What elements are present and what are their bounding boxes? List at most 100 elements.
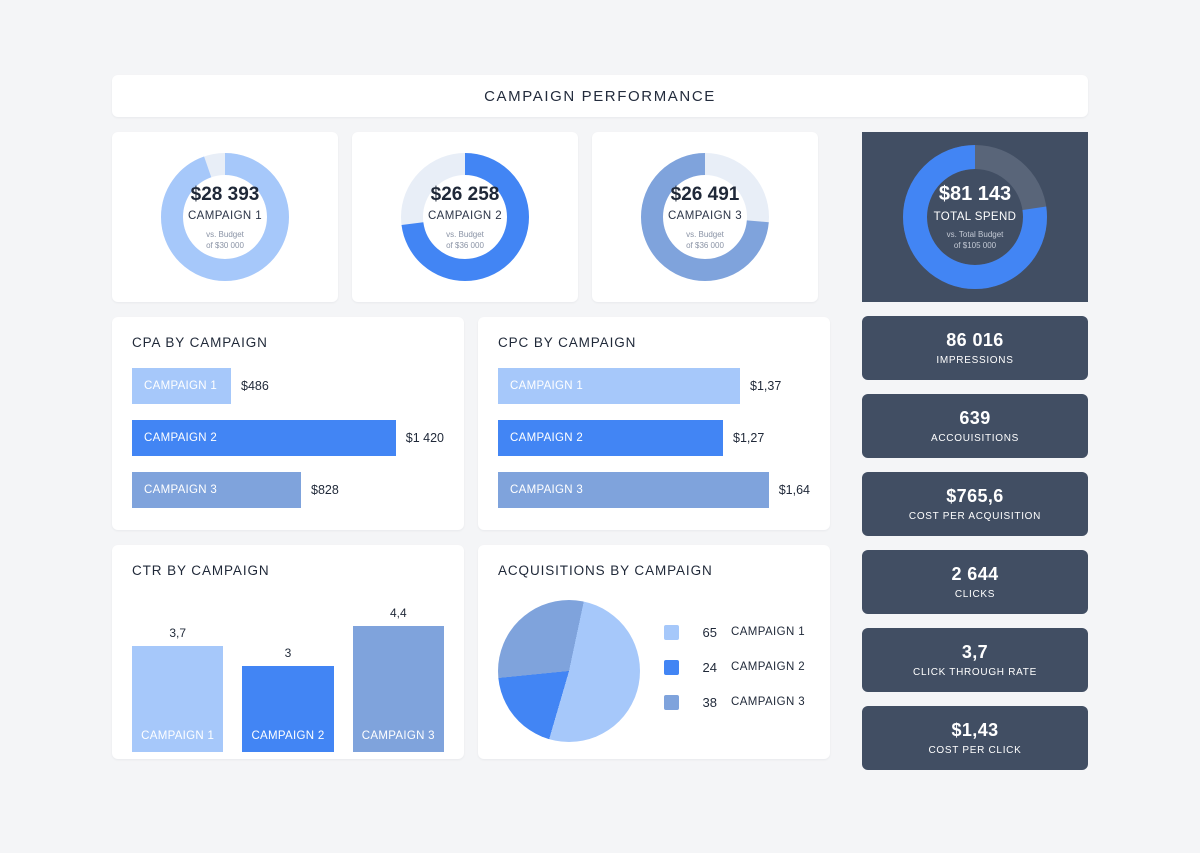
kpi-label: IMPRESSIONS <box>936 355 1014 366</box>
kpi-card-cost-per-acquisition[interactable]: $765,6 COST PER ACQUISITION <box>862 472 1088 536</box>
kpi-label: COST PER CLICK <box>928 745 1022 756</box>
legend-label: CAMPAIGN 3 <box>731 696 806 708</box>
bar-category-label: CAMPAIGN 3 <box>144 484 218 496</box>
bar-value-label: $828 <box>311 483 339 497</box>
donut-label: TOTAL SPEND <box>933 211 1017 224</box>
donut-subtext-line2: of $105 000 <box>953 241 997 251</box>
pie-chart[interactable] <box>498 600 640 742</box>
donut-chart-campaign-1: $28 393 CAMPAIGN 1 vs. Budget of $30 000 <box>157 149 293 285</box>
donut-subtext-line2: of $30 000 <box>206 240 244 250</box>
bar-category-label: CAMPAIGN 3 <box>361 730 435 742</box>
pie-legend: 65 CAMPAIGN 1 24 CAMPAIGN 2 38 CAMPAIGN … <box>664 624 806 718</box>
donut-subtext-line1: vs. Budget <box>206 229 244 239</box>
page-title: CAMPAIGN PERFORMANCE <box>484 87 716 105</box>
legend-swatch-icon <box>664 694 679 710</box>
legend-label: CAMPAIGN 2 <box>731 661 806 673</box>
bar-category-label: CAMPAIGN 2 <box>144 432 218 444</box>
hbar-chart-row: CPA BY CAMPAIGN CAMPAIGN 1 $486 CAMPAIGN… <box>112 317 848 530</box>
legend-swatch-icon <box>664 624 679 640</box>
chart-title: CPA BY CAMPAIGN <box>132 335 268 350</box>
bar-value-label: $486 <box>241 379 269 393</box>
bar-value-label: $1 420 <box>405 431 444 445</box>
donut-label: CAMPAIGN 2 <box>427 210 503 223</box>
acquisitions-by-campaign-card: ACQUISITIONS BY CAMPAIGN 65 CAMPAIGN 1 2… <box>478 545 830 759</box>
bar-row[interactable]: CAMPAIGN 1 $1,37 <box>498 368 810 404</box>
kpi-card-clicks[interactable]: 2 644 CLICKS <box>862 550 1088 614</box>
kpi-value: 86 016 <box>946 330 1004 350</box>
bar-segment: CAMPAIGN 2 <box>132 420 396 456</box>
kpi-card-acquisitions[interactable]: 639 ACCOUISITIONS <box>862 394 1088 458</box>
bar-category-label: CAMPAIGN 2 <box>510 432 584 444</box>
bar-category-label: CAMPAIGN 1 <box>510 380 584 392</box>
donut-chart-total-spend: $81 143 TOTAL SPEND vs. Total Budget of … <box>899 141 1051 293</box>
donut-center-text: $26 258 CAMPAIGN 2 vs. Budget of $36 000 <box>397 149 533 285</box>
bar-row[interactable]: CAMPAIGN 1 $486 <box>132 368 444 404</box>
cpc-bar-list: CAMPAIGN 1 $1,37 CAMPAIGN 2 $1,27 CAMPAI… <box>498 368 810 508</box>
donut-subtext-line1: vs. Budget <box>446 229 484 239</box>
donut-subtext-line2: of $36 000 <box>686 240 724 250</box>
legend-value: 65 <box>702 624 717 640</box>
kpi-value: 3,7 <box>961 642 989 662</box>
kpi-label: ACCOUISITIONS <box>931 433 1019 444</box>
cpa-by-campaign-card: CPA BY CAMPAIGN CAMPAIGN 1 $486 CAMPAIGN… <box>112 317 464 530</box>
chart-title: ACQUISITIONS BY CAMPAIGN <box>498 563 713 578</box>
bar-value-label: $1,64 <box>778 483 810 497</box>
donut-center-text: $26 491 CAMPAIGN 3 vs. Budget of $36 000 <box>637 149 773 285</box>
kpi-card-click-through-rate[interactable]: 3,7 CLICK THROUGH RATE <box>862 628 1088 692</box>
donut-subtext-line1: vs. Budget <box>686 229 724 239</box>
ctr-bar-area: 3,7 CAMPAIGN 1 3 CAMPAIGN 2 4,4 CAMPAIGN… <box>132 596 444 752</box>
chart-title: CTR BY CAMPAIGN <box>132 563 270 578</box>
donut-label: CAMPAIGN 1 <box>187 210 263 223</box>
bar-segment: CAMPAIGN 2 <box>498 420 723 456</box>
right-column: $81 143 TOTAL SPEND vs. Total Budget of … <box>862 132 1088 770</box>
bar-segment: CAMPAIGN 1 <box>498 368 740 404</box>
donut-card-campaign-1[interactable]: $28 393 CAMPAIGN 1 vs. Budget of $30 000 <box>112 132 338 302</box>
bar-segment: CAMPAIGN 3 <box>132 472 301 508</box>
kpi-label: COST PER ACQUISITION <box>908 511 1042 522</box>
legend-value: 38 <box>702 694 717 710</box>
bar-row[interactable]: CAMPAIGN 3 $1,64 <box>498 472 810 508</box>
bar-column[interactable]: 4,4 CAMPAIGN 3 <box>352 606 444 752</box>
bar-row[interactable]: CAMPAIGN 3 $828 <box>132 472 444 508</box>
legend-item[interactable]: 24 CAMPAIGN 2 <box>664 659 806 675</box>
bar-value-label: 3,7 <box>169 626 186 640</box>
bar-value-label: 3 <box>284 646 292 660</box>
kpi-card-impressions[interactable]: 86 016 IMPRESSIONS <box>862 316 1088 380</box>
budget-donut-row: $28 393 CAMPAIGN 1 vs. Budget of $30 000 <box>112 132 848 302</box>
donut-center-text: $28 393 CAMPAIGN 1 vs. Budget of $30 000 <box>157 149 293 285</box>
donut-label: CAMPAIGN 3 <box>667 210 743 223</box>
cpa-bar-list: CAMPAIGN 1 $486 CAMPAIGN 2 $1 420 CAMPAI… <box>132 368 444 508</box>
donut-card-campaign-3[interactable]: $26 491 CAMPAIGN 3 vs. Budget of $36 000 <box>592 132 818 302</box>
kpi-card-cost-per-click[interactable]: $1,43 COST PER CLICK <box>862 706 1088 770</box>
dashboard-header: CAMPAIGN PERFORMANCE <box>112 75 1088 117</box>
cpc-by-campaign-card: CPC BY CAMPAIGN CAMPAIGN 1 $1,37 CAMPAIG… <box>478 317 830 530</box>
kpi-label: CLICKS <box>954 589 996 600</box>
bar-row[interactable]: CAMPAIGN 2 $1,27 <box>498 420 810 456</box>
donut-card-campaign-2[interactable]: $26 258 CAMPAIGN 2 vs. Budget of $36 000 <box>352 132 578 302</box>
kpi-value: $765,6 <box>946 486 1004 506</box>
donut-subtext: vs. Budget of $36 000 <box>686 230 724 252</box>
kpi-label: CLICK THROUGH RATE <box>913 667 1037 678</box>
left-column: $28 393 CAMPAIGN 1 vs. Budget of $30 000 <box>112 132 848 759</box>
bar-column[interactable]: 3 CAMPAIGN 2 <box>242 646 334 752</box>
legend-value: 24 <box>702 659 717 675</box>
donut-value: $28 393 <box>190 183 260 205</box>
donut-chart-campaign-3: $26 491 CAMPAIGN 3 vs. Budget of $36 000 <box>637 149 773 285</box>
bar-value-label: 4,4 <box>389 606 407 620</box>
bottom-chart-row: CTR BY CAMPAIGN 3,7 CAMPAIGN 1 3 CAMPAIG… <box>112 545 848 759</box>
legend-item[interactable]: 38 CAMPAIGN 3 <box>664 694 806 710</box>
dashboard-root: CAMPAIGN PERFORMANCE $28 393 CAMPAIGN 1 <box>112 75 1088 770</box>
donut-card-total-spend[interactable]: $81 143 TOTAL SPEND vs. Total Budget of … <box>862 132 1088 302</box>
donut-value: $26 491 <box>670 183 740 205</box>
bar-category-label: CAMPAIGN 2 <box>251 730 325 742</box>
bar-value-label: $1,27 <box>733 431 765 445</box>
bar-segment: CAMPAIGN 1 <box>132 368 231 404</box>
kpi-value: $1,43 <box>951 720 999 740</box>
bar-value-label: $1,37 <box>750 379 782 393</box>
bar-category-label: CAMPAIGN 1 <box>141 730 215 742</box>
bar-row[interactable]: CAMPAIGN 2 $1 420 <box>132 420 444 456</box>
donut-center-text: $81 143 TOTAL SPEND vs. Total Budget of … <box>899 141 1051 293</box>
bar-segment: CAMPAIGN 3 <box>498 472 769 508</box>
bar-column[interactable]: 3,7 CAMPAIGN 1 <box>132 626 224 752</box>
legend-item[interactable]: 65 CAMPAIGN 1 <box>664 624 805 640</box>
